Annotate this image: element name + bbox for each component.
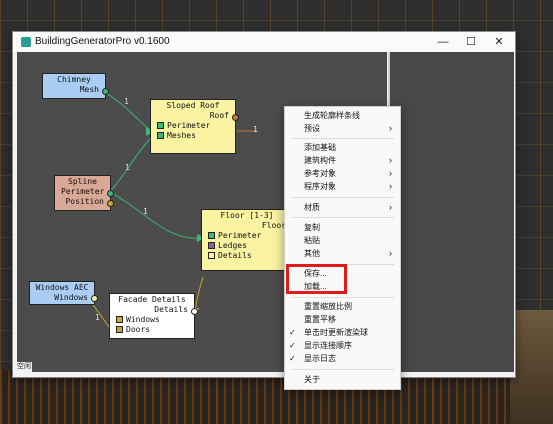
window-title: BuildingGeneratorPro v0.1600 [35,36,170,47]
output-port[interactable] [102,88,109,95]
edge-label: 1 [125,163,130,172]
context-menu: 生成轮廓样条线 预设 › 添加基础 建筑构件 › 参考对象 › 程序对象 › 材质 › 复… [284,106,401,390]
menu-item-materials[interactable]: 材质 › [285,201,400,214]
menu-item-presets[interactable]: 预设 › [285,122,400,135]
menu-separator [291,138,394,139]
edge-spline-floor [109,191,204,239]
menu-item-reference-objects[interactable]: 参考对象 › [285,167,400,180]
output-port[interactable] [107,200,114,207]
building-generator-window: BuildingGeneratorPro v0.1600 — ☐ ✕ 1 1 1… [12,31,516,378]
menu-separator [291,217,394,218]
menu-item-copy[interactable]: 复制 [285,221,400,234]
maximize-button[interactable]: ☐ [457,32,485,52]
title-bar[interactable]: BuildingGeneratorPro v0.1600 — ☐ ✕ [13,32,515,52]
viewport-geometry [0,370,553,424]
menu-item-about[interactable]: 关于 [285,373,400,386]
output-mesh: Mesh [79,85,99,94]
edge-label: 1 [253,125,258,134]
output-roof: Roof [209,111,229,120]
input-port[interactable] [208,242,215,249]
input-ledges: Ledges [218,241,247,250]
node-sloped-roof[interactable]: Sloped Roof Roof Perimeter Meshes [150,99,239,154]
node-spline[interactable]: Spline Perimeter Position [54,175,114,211]
menu-item-paste[interactable]: 粘贴 [285,234,400,247]
output-port[interactable] [232,114,239,121]
checkmark-icon: ✓ [289,341,296,350]
chevron-right-icon: › [389,248,392,258]
input-port[interactable] [116,326,123,333]
menu-item-show-connection-order[interactable]: ✓ 显示连接顺序 [285,339,400,352]
node-floor[interactable]: Floor [1-3] Floor Perimeter Ledges Detai… [201,209,293,271]
right-panel [388,52,514,372]
minimize-button[interactable]: — [429,32,457,52]
chevron-right-icon: › [389,123,392,133]
chevron-right-icon: › [389,168,392,178]
input-details: Details [218,251,252,260]
node-chimney[interactable]: Chimney Mesh [42,73,109,99]
output-windows: Windows [54,293,88,302]
output-floor: Floor [261,221,286,230]
menu-item-reset-pan[interactable]: 重置平移 [285,313,400,326]
output-port[interactable] [191,308,198,315]
output-port[interactable] [107,190,114,197]
node-title: Spline [68,177,97,186]
input-port[interactable] [208,232,215,239]
chevron-right-icon: › [389,155,392,165]
checkmark-icon: ✓ [289,328,296,337]
output-position: Position [65,197,104,206]
input-perimeter: Perimeter [218,231,262,240]
menu-item-generate-outline-spline[interactable]: 生成轮廓样条线 [285,109,400,122]
close-button[interactable]: ✕ [485,32,513,52]
menu-separator [291,297,394,298]
menu-item-update-render-sphere[interactable]: ✓ 单击时更新渲染球 [285,326,400,339]
node-title: Facade Details [118,295,186,304]
edge-label: 1 [95,313,100,322]
node-title: Sloped Roof [166,101,220,110]
chevron-right-icon: › [389,202,392,212]
status-text: 空闲 [17,362,32,372]
node-title: Floor [1-3] [220,211,274,220]
input-windows: Windows [126,315,160,324]
edge-label: 1 [143,207,148,216]
menu-separator [291,197,394,198]
app-icon [21,37,31,47]
menu-separator [291,369,394,370]
edge-facade-floor [194,276,204,312]
input-perimeter: Perimeter [167,121,211,130]
output-details: Details [154,305,188,314]
input-port[interactable] [116,316,123,323]
node-facade-details[interactable]: Facade Details Details Windows Doors [109,293,198,339]
output-port[interactable] [91,295,98,302]
node-title: Chimney [57,75,91,84]
menu-item-procedural-objects[interactable]: 程序对象 › [285,180,400,193]
menu-item-show-log[interactable]: ✓ 显示日志 [285,352,400,365]
edge-label: 1 [124,97,129,106]
input-doors: Doors [126,325,151,334]
highlight-box [286,264,347,294]
edge-spline-roof [109,136,153,193]
checkmark-icon: ✓ [289,354,296,363]
input-port[interactable] [208,252,215,259]
menu-item-building-components[interactable]: 建筑构件 › [285,154,400,167]
input-port[interactable] [157,132,164,139]
input-meshes: Meshes [167,131,196,140]
node-windows-aec[interactable]: Windows AEC Windows [29,281,98,305]
viewport-building [510,310,553,424]
chevron-right-icon: › [389,181,392,191]
menu-item-reset-zoom[interactable]: 重置缩放比例 [285,300,400,313]
menu-item-add-base[interactable]: 添加基础 [285,141,400,154]
menu-item-other[interactable]: 其他 › [285,247,400,260]
input-port[interactable] [157,122,164,129]
output-perimeter: Perimeter [61,187,105,196]
node-title: Windows AEC [35,283,89,292]
